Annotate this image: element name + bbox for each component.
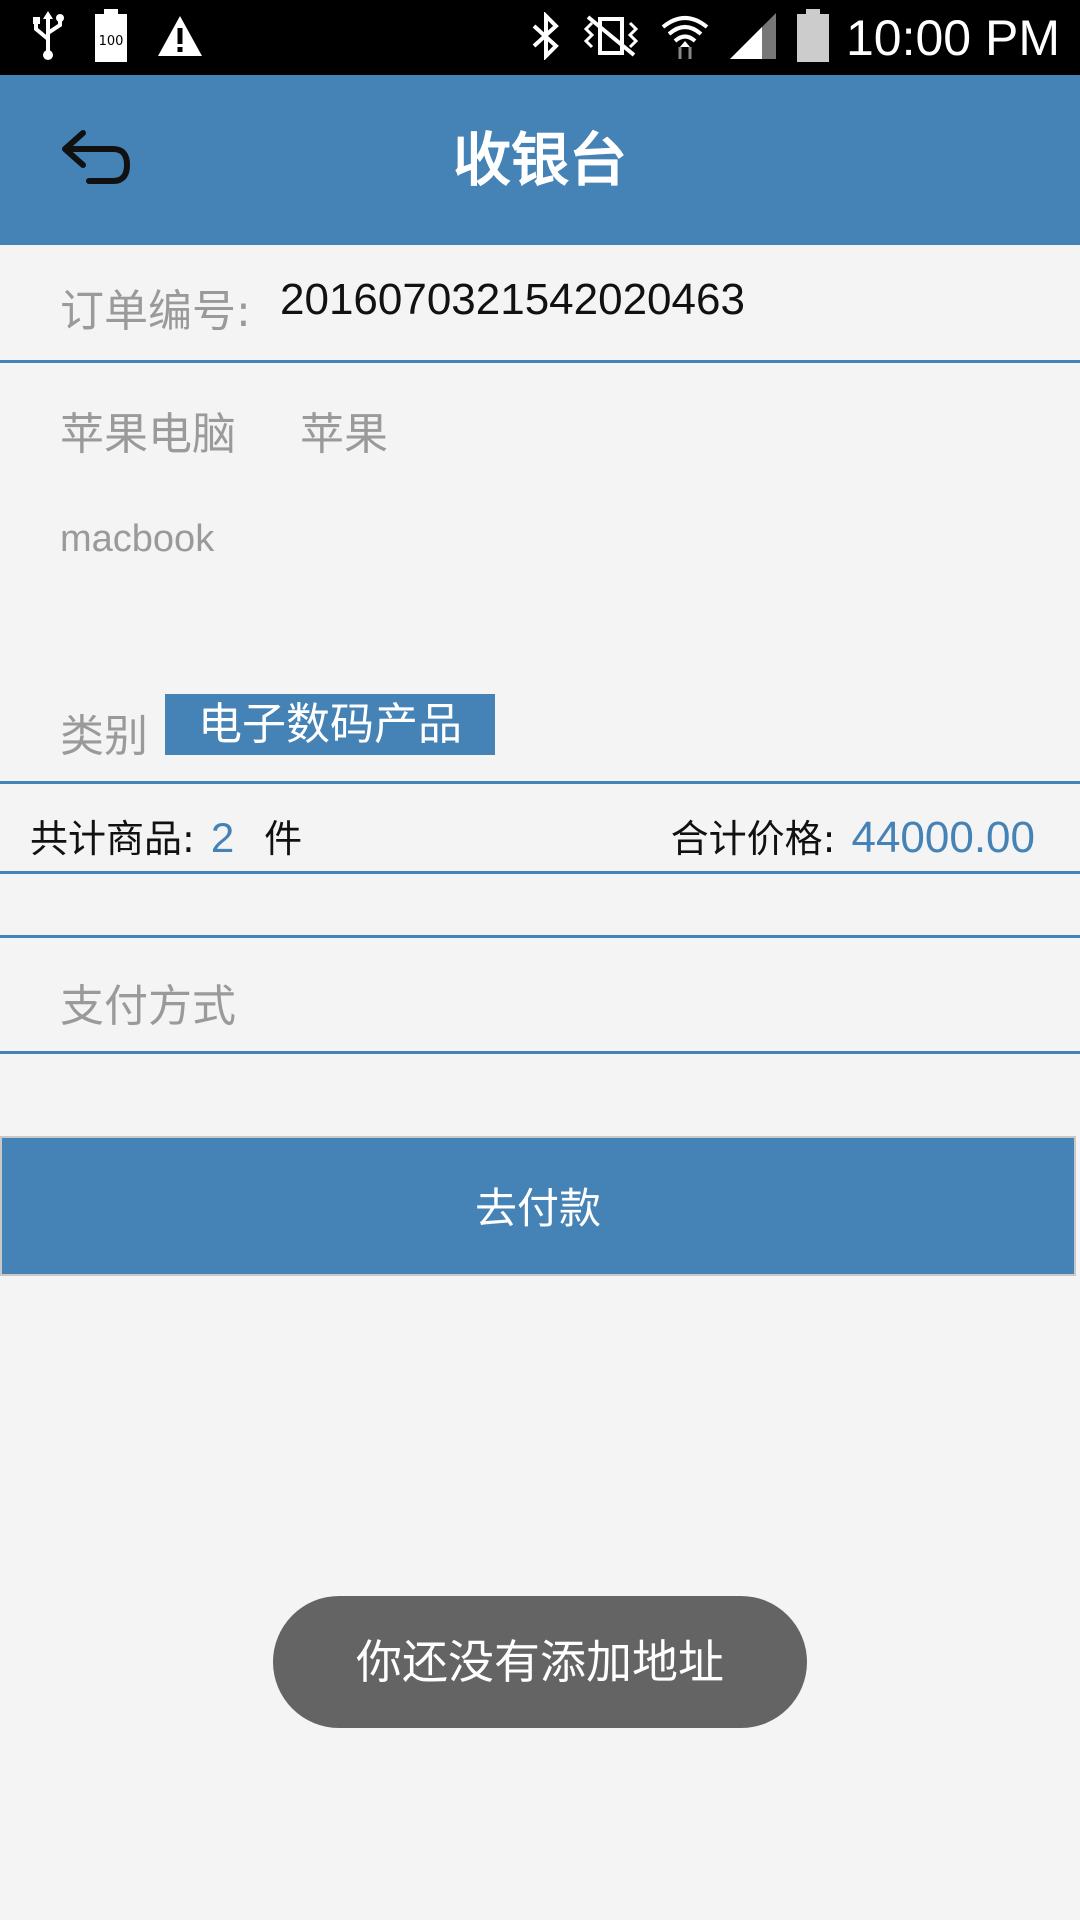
divider — [0, 871, 1080, 874]
item-count-value: 2 — [210, 814, 235, 861]
item-count-unit: 件 — [264, 817, 303, 861]
battery-icon — [796, 9, 830, 67]
total-price-label: 合计价格: — [670, 817, 836, 861]
wifi-icon — [660, 11, 710, 65]
product-model: macbook — [60, 518, 215, 560]
back-arrow-icon[interactable] — [55, 125, 135, 195]
pay-button[interactable]: 去付款 — [0, 1136, 1076, 1276]
page-title: 收银台 — [452, 126, 627, 194]
divider — [0, 935, 1080, 938]
payment-method-row[interactable]: 支付方式 — [60, 970, 236, 1034]
toast-message: 你还没有添加地址 — [273, 1596, 807, 1728]
warning-icon — [156, 14, 204, 62]
divider — [0, 781, 1080, 784]
total-price-summary: 合计价格: 44000.00 — [671, 808, 1035, 863]
status-right-icons — [530, 8, 830, 68]
battery-full-icon: 100 — [94, 9, 128, 67]
status-time: 10:00 PM — [845, 10, 1060, 66]
product-brand: 苹果 — [300, 409, 388, 460]
vibrate-icon — [580, 13, 642, 63]
divider — [0, 1051, 1080, 1054]
status-bar: 100 10:00 PM — [0, 0, 1080, 75]
order-number-label: 订单编号: — [60, 286, 251, 337]
category-badge: 电子数码产品 — [165, 694, 495, 755]
order-row: 订单编号: 2016070321542020463 — [0, 245, 1080, 360]
usb-icon — [30, 11, 66, 65]
divider — [0, 360, 1080, 363]
product-name: 苹果电脑 — [60, 409, 236, 460]
bluetooth-icon — [530, 11, 562, 64]
app-bar: 收银台 — [0, 75, 1080, 245]
battery-level-text: 100 — [99, 34, 124, 49]
status-left-icons: 100 — [30, 8, 204, 68]
total-price-value: 44000.00 — [851, 813, 1035, 862]
item-count-label: 共计商品: — [30, 817, 195, 861]
category-label: 类别 — [60, 711, 148, 762]
order-number-value: 2016070321542020463 — [280, 275, 745, 324]
signal-icon — [728, 11, 778, 65]
item-count-summary: 共计商品: 2 件 — [30, 808, 302, 863]
